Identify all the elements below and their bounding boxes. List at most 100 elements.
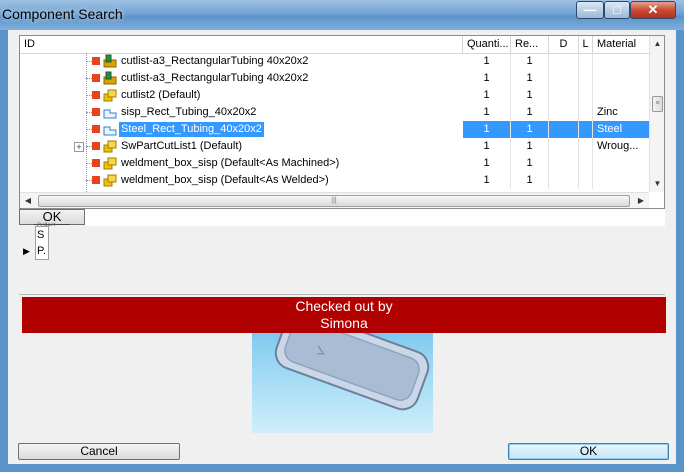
table-row[interactable]: cutlist-a3_RectangularTubing 40x20x2 1 1	[20, 53, 649, 70]
checked-out-status-icon	[92, 142, 100, 150]
quantity-cell: 1	[463, 87, 511, 104]
component-name[interactable]: cutlist2 (Default)	[119, 88, 202, 103]
cancel-button[interactable]: Cancel	[18, 443, 180, 460]
l-cell	[579, 70, 593, 87]
part-icon	[103, 105, 117, 119]
d-cell	[549, 104, 579, 121]
re-cell: 1	[511, 121, 549, 138]
banner-line1: Checked out by	[295, 298, 393, 314]
row-cells: 11	[463, 155, 649, 172]
part-icon	[103, 122, 117, 136]
component-search-window: Component Search — □ ✕ ID Quanti... Re..…	[0, 0, 684, 472]
column-header-id[interactable]: ID	[20, 36, 463, 53]
l-cell	[579, 121, 593, 138]
checked-out-status-icon	[92, 57, 100, 65]
sub-grid-cell[interactable]: S	[37, 227, 44, 243]
component-name[interactable]: weldment_box_sisp (Default<As Welded>)	[119, 173, 331, 188]
scroll-left-icon[interactable]: ◀	[20, 193, 36, 208]
material-cell	[593, 53, 649, 70]
sub-grid-cell[interactable]: P.	[37, 243, 46, 259]
maximize-icon: □	[613, 2, 621, 17]
checked-out-status-icon	[92, 108, 100, 116]
d-cell	[549, 138, 579, 155]
scroll-up-icon[interactable]: ▲	[650, 36, 664, 52]
l-cell	[579, 53, 593, 70]
vertical-scrollbar[interactable]: ▲ ≡ ▼	[649, 36, 664, 192]
title-bar[interactable]: Component Search — □ ✕	[0, 0, 684, 30]
quantity-cell: 1	[463, 70, 511, 87]
column-header-d[interactable]: D	[549, 36, 579, 53]
current-row-icon: ▶	[23, 246, 30, 256]
table-row[interactable]: weldment_box_sisp (Default<As Machined>)…	[20, 155, 649, 172]
checked-out-banner: Checked out by Simona	[22, 297, 666, 333]
quantity-cell: 1	[463, 121, 511, 138]
quantity-cell: 1	[463, 138, 511, 155]
dialog-client: ID Quanti... Re... D L Material cutlist-…	[8, 30, 676, 464]
component-name[interactable]: sisp_Rect_Tubing_40x20x2	[119, 105, 258, 120]
component-name[interactable]: cutlist-a3_RectangularTubing 40x20x2	[119, 71, 310, 86]
row-cells: 1 1 Wroug...	[463, 138, 649, 155]
minimize-button[interactable]: —	[576, 1, 604, 19]
l-cell	[579, 104, 593, 121]
component-grid[interactable]: ID Quanti... Re... D L Material cutlist-…	[19, 35, 665, 209]
assembly-icon	[103, 139, 117, 153]
scroll-down-icon[interactable]: ▼	[650, 176, 664, 192]
close-button[interactable]: ✕	[630, 1, 676, 19]
material-cell: Zinc	[597, 106, 618, 118]
d-cell	[549, 53, 579, 70]
material-cell	[593, 155, 649, 172]
assembly-icon	[103, 88, 117, 102]
row-cells: 1 1 Steel	[463, 121, 649, 138]
minimize-icon: —	[583, 2, 597, 17]
l-cell	[579, 172, 593, 189]
weldment-cutlist-icon	[103, 54, 117, 68]
assembly-icon	[103, 156, 117, 170]
component-name[interactable]: weldment_box_sisp (Default<As Machined>)	[119, 156, 341, 171]
l-cell	[579, 87, 593, 104]
component-name[interactable]: SwPartCutList1 (Default)	[119, 139, 244, 154]
table-row[interactable]: + SwPartCutList1 (Default) 1 1 Wroug...	[20, 138, 649, 155]
vertical-scroll-thumb[interactable]: ≡	[652, 96, 663, 112]
material-cell	[593, 172, 649, 189]
splitter[interactable]	[19, 294, 665, 295]
scroll-right-icon[interactable]: ▶	[633, 193, 649, 208]
ok-button[interactable]: OK	[508, 443, 669, 460]
d-cell	[549, 87, 579, 104]
table-row[interactable]: weldment_box_sisp (Default<As Welded>) 1 1	[20, 172, 649, 189]
component-name[interactable]: Steel_Rect_Tubing_40x20x2	[119, 122, 264, 137]
checked-out-status-icon	[92, 176, 100, 184]
re-cell: 1	[511, 138, 549, 155]
horizontal-scroll-thumb[interactable]: |||	[38, 195, 630, 207]
row-cells: 11	[463, 87, 649, 104]
table-row[interactable]: cutlist-a3_RectangularTubing 40x20x2 1 1	[20, 70, 649, 87]
quantity-cell: 1	[463, 104, 511, 121]
subgrid-header	[85, 209, 665, 226]
d-cell	[549, 121, 579, 138]
weldment-cutlist-icon	[103, 71, 117, 85]
material-cell: Wroug...	[597, 140, 639, 152]
maximize-button[interactable]: □	[604, 1, 630, 19]
quantity-cell: 1	[463, 172, 511, 189]
d-cell	[549, 155, 579, 172]
horizontal-scrollbar[interactable]: ◀ ||| ▶	[20, 192, 649, 208]
row-cells: 11	[463, 53, 649, 70]
window-title: Component Search	[2, 6, 123, 22]
table-row[interactable]: sisp_Rect_Tubing_40x20x2 1 1 Zinc	[20, 104, 649, 121]
column-header-re[interactable]: Re...	[511, 36, 549, 53]
l-cell	[579, 155, 593, 172]
column-header-l[interactable]: L	[579, 36, 593, 53]
re-cell: 1	[511, 70, 549, 87]
table-row[interactable]: cutlist2 (Default) 1 1	[20, 87, 649, 104]
component-name[interactable]: cutlist-a3_RectangularTubing 40x20x2	[119, 54, 310, 69]
row-cells: 11	[463, 172, 649, 189]
checked-out-status-icon	[92, 125, 100, 133]
re-cell: 1	[511, 155, 549, 172]
d-cell	[549, 172, 579, 189]
sub-grid[interactable]: S ▶ P.	[19, 226, 665, 292]
expand-icon[interactable]: +	[74, 142, 84, 152]
d-cell	[549, 70, 579, 87]
assembly-icon	[103, 173, 117, 187]
column-header-material[interactable]: Material	[593, 36, 649, 53]
column-header-quantity[interactable]: Quanti...	[463, 36, 511, 53]
table-row[interactable]: Steel_Rect_Tubing_40x20x2 1 1 Steel	[20, 121, 649, 138]
